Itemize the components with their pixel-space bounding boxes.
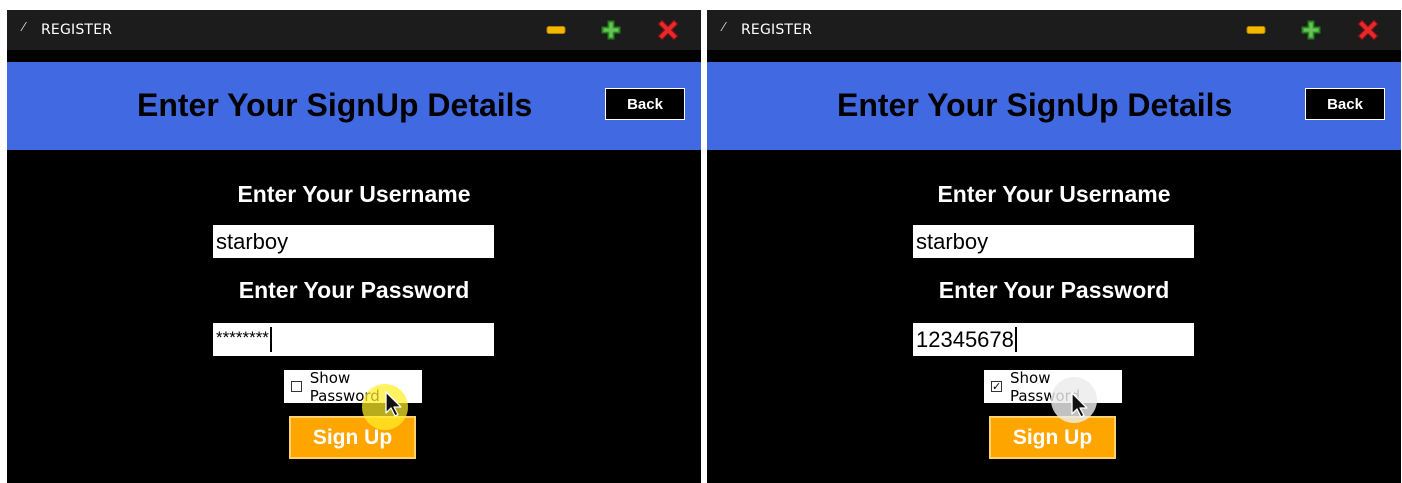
password-input[interactable]: ******** (213, 323, 494, 356)
feather-icon: ∕ (23, 19, 26, 34)
username-value: starboy (916, 228, 989, 254)
password-input[interactable]: 12345678 (913, 323, 1194, 356)
username-input[interactable]: starboy (913, 225, 1194, 258)
username-label: Enter Your Username (237, 181, 471, 207)
title-bar: ∕ REGISTER (7, 10, 701, 50)
register-window-right: ∕ REGISTER Enter Your SignUp Details Bac… (707, 10, 1401, 483)
back-button[interactable]: Back (605, 88, 685, 120)
checkbox-box[interactable]: ✓ (991, 381, 1002, 392)
username-label: Enter Your Username (937, 181, 1171, 207)
header-banner: Enter Your SignUp Details Back (707, 62, 1401, 150)
page-title: Enter Your SignUp Details (137, 87, 533, 123)
title-bar: ∕ REGISTER (707, 10, 1401, 50)
password-label: Enter Your Password (938, 277, 1170, 303)
password-value: ******** (216, 327, 269, 347)
mouse-cursor-icon (384, 391, 406, 417)
window-title: REGISTER (41, 22, 113, 38)
signup-button[interactable]: Sign Up (989, 416, 1116, 459)
username-value: starboy (216, 228, 289, 254)
page-title: Enter Your SignUp Details (837, 87, 1233, 123)
window-title: REGISTER (741, 22, 813, 38)
register-window-left: ∕ REGISTER Enter Your SignUp Details Bac… (7, 10, 701, 483)
password-value: 12345678 (916, 326, 1014, 352)
text-caret (269, 327, 272, 352)
text-caret (1014, 327, 1017, 352)
close-icon[interactable] (1356, 18, 1380, 42)
minimize-icon[interactable] (1244, 18, 1268, 42)
close-icon[interactable] (656, 18, 680, 42)
username-input[interactable]: starboy (213, 225, 494, 258)
back-button[interactable]: Back (1305, 88, 1385, 120)
header-banner: Enter Your SignUp Details Back (7, 62, 701, 150)
feather-icon: ∕ (723, 19, 726, 34)
maximize-icon[interactable] (599, 18, 623, 42)
checkbox-box[interactable] (291, 381, 302, 392)
minimize-icon[interactable] (544, 18, 568, 42)
maximize-icon[interactable] (1299, 18, 1323, 42)
mouse-cursor-icon (1070, 392, 1092, 418)
password-label: Enter Your Password (238, 277, 470, 303)
